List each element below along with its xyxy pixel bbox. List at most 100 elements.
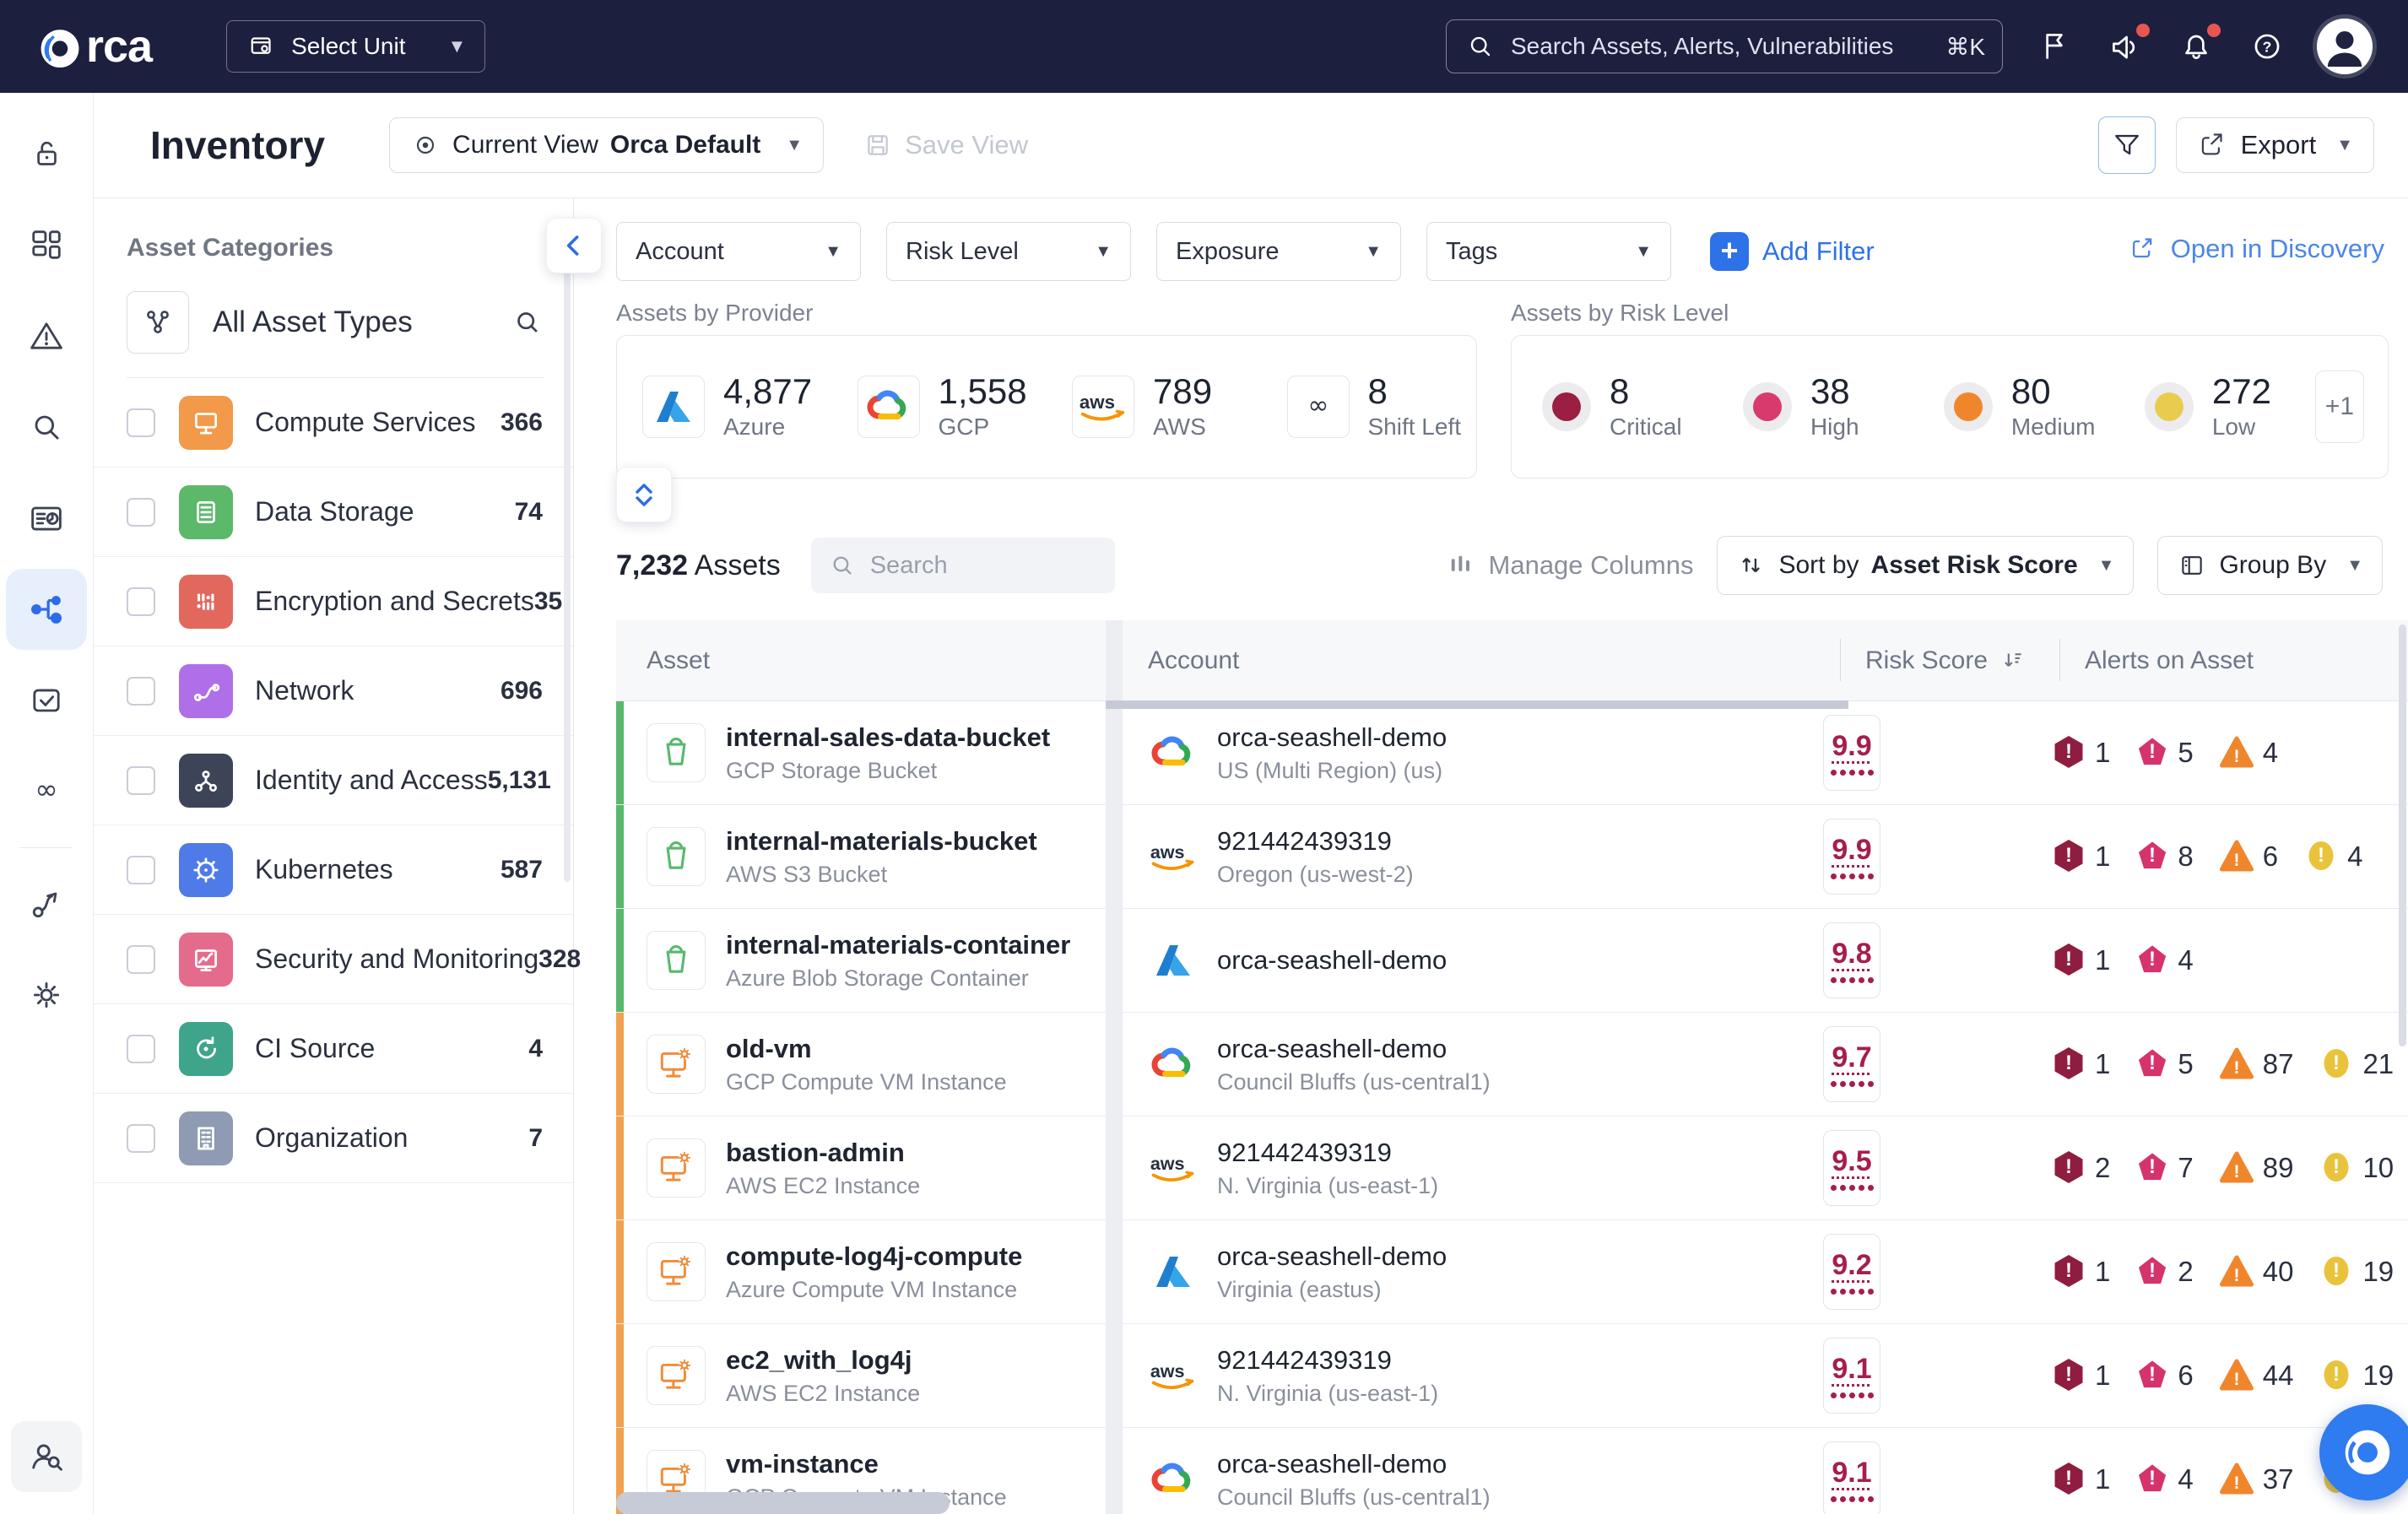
asset-name[interactable]: bastion-admin xyxy=(726,1138,920,1168)
alert-chip-critical[interactable]: ! 1 xyxy=(2051,1253,2110,1290)
table-row-details[interactable]: orca-seashell-demo Council Bluffs (us-cen… xyxy=(1123,1428,2408,1514)
account-name[interactable]: 921442439319 xyxy=(1217,1345,1438,1376)
account-name[interactable]: 921442439319 xyxy=(1217,1138,1438,1168)
risk-score-badge[interactable]: 9.5 xyxy=(1823,1130,1880,1206)
alert-chip-high[interactable]: ! 4 xyxy=(2135,942,2194,979)
table-search-input[interactable] xyxy=(868,550,1190,581)
alert-chip-high[interactable]: ! 4 xyxy=(2135,1461,2194,1498)
all-asset-types[interactable]: All Asset Types xyxy=(127,291,544,378)
filter-button[interactable] xyxy=(2097,116,2156,174)
account-name[interactable]: orca-seashell-demo xyxy=(1217,722,1447,753)
current-view-dropdown[interactable]: Current View Orca Default ▼ xyxy=(389,117,825,173)
alert-chip-high[interactable]: ! 6 xyxy=(2135,1357,2194,1394)
alert-chip-medium[interactable]: ! 44 xyxy=(2219,1357,2293,1394)
alert-chip-high[interactable]: ! 2 xyxy=(2135,1253,2194,1290)
table-row[interactable]: internal-materials-container Azure Blob S… xyxy=(616,909,1106,1013)
category-row[interactable]: Kubernetes 587 xyxy=(93,825,573,915)
account-name[interactable]: 921442439319 xyxy=(1217,826,1414,857)
account-name[interactable]: orca-seashell-demo xyxy=(1217,1241,1447,1272)
category-row[interactable]: Security and Monitoring 328 xyxy=(93,915,581,1004)
filter-dropdown-tags[interactable]: Tags ▼ xyxy=(1426,222,1671,281)
risk-score-badge[interactable]: 9.9 xyxy=(1823,819,1880,895)
alert-chip-critical[interactable]: ! 1 xyxy=(2051,942,2110,979)
asset-name[interactable]: internal-materials-container xyxy=(726,930,1070,960)
collapse-stats-button[interactable] xyxy=(616,467,672,522)
flag-icon[interactable] xyxy=(2035,27,2074,66)
risk-stat-critical[interactable]: 8 Critical xyxy=(1512,372,1713,441)
rail-item-search[interactable] xyxy=(6,387,87,468)
risk-score-badge[interactable]: 9.1 xyxy=(1823,1338,1880,1414)
table-row[interactable]: bastion-admin AWS EC2 Instance xyxy=(616,1117,1106,1220)
category-row[interactable]: Compute Services 366 xyxy=(93,378,573,468)
category-row[interactable]: Encryption and Secrets 35 xyxy=(93,557,573,646)
sort-by-button[interactable]: Sort by Asset Risk Score ▼ xyxy=(1717,536,2135,595)
alert-chip-low[interactable]: ! 10 xyxy=(2319,1149,2394,1187)
category-checkbox[interactable] xyxy=(127,765,155,795)
global-search[interactable]: ⌘K xyxy=(1446,19,2003,73)
save-view-button[interactable]: Save View xyxy=(863,130,1028,160)
rail-item-shiftleft[interactable]: ∞ xyxy=(6,751,87,832)
horizontal-scrollbar-top[interactable] xyxy=(1106,700,1848,709)
table-row-details[interactable]: orca-seashell-demo Council Bluffs (us-cen… xyxy=(1123,1013,2408,1117)
alert-chip-low[interactable]: ! 19 xyxy=(2319,1253,2394,1290)
alert-chip-medium[interactable]: ! 6 xyxy=(2219,838,2278,875)
risk-overflow-badge[interactable]: +1 xyxy=(2314,370,2364,443)
account-name[interactable]: orca-seashell-demo xyxy=(1217,1034,1491,1064)
table-search[interactable] xyxy=(810,538,1190,593)
account-name[interactable]: orca-seashell-demo xyxy=(1217,945,1447,976)
help-icon[interactable]: ? xyxy=(2248,27,2286,66)
category-row[interactable]: Data Storage 74 xyxy=(93,468,573,557)
table-row-details[interactable]: aws 921442439319 Oregon (us-west-2) 9.9! 1! 8… xyxy=(1123,805,2408,909)
orca-logo[interactable]: rca xyxy=(35,22,153,71)
risk-score-badge[interactable]: 9.7 xyxy=(1823,1026,1880,1102)
category-row[interactable]: CI Source 4 xyxy=(93,1004,573,1094)
column-header-account[interactable]: Account xyxy=(1148,646,1239,675)
alert-chip-medium[interactable]: ! 40 xyxy=(2219,1253,2293,1290)
provider-stat-azure[interactable]: 4,877 Azure xyxy=(617,372,832,441)
asset-name[interactable]: compute-log4j-compute xyxy=(726,1241,1022,1272)
category-checkbox[interactable] xyxy=(127,855,155,884)
table-row[interactable]: compute-log4j-compute Azure Compute VM In… xyxy=(616,1220,1106,1324)
search-icon[interactable] xyxy=(511,306,544,339)
category-checkbox[interactable] xyxy=(127,587,155,616)
alert-chip-critical[interactable]: ! 1 xyxy=(2051,1357,2110,1394)
category-checkbox[interactable] xyxy=(127,497,155,527)
collapse-sidebar-button[interactable] xyxy=(546,218,602,273)
asset-name[interactable]: internal-sales-data-bucket xyxy=(726,722,1050,753)
manage-columns-button[interactable]: Manage Columns xyxy=(1445,549,1693,581)
alert-chip-low[interactable]: ! 4 xyxy=(2303,838,2362,875)
alert-chip-low[interactable]: ! 19 xyxy=(2319,1357,2394,1394)
category-checkbox[interactable] xyxy=(127,408,155,437)
category-row[interactable]: Organization 7 xyxy=(93,1094,573,1183)
column-header-alerts[interactable]: Alerts on Asset xyxy=(2085,646,2254,675)
alert-chip-critical[interactable]: ! 2 xyxy=(2051,1149,2110,1187)
rail-item-settings[interactable] xyxy=(6,954,87,1035)
alert-chip-critical[interactable]: ! 1 xyxy=(2051,1046,2110,1083)
rail-item-reports[interactable] xyxy=(6,478,87,559)
category-row[interactable]: Network 696 xyxy=(93,646,573,736)
provider-stat-shiftleft[interactable]: ∞ 8 Shift Left xyxy=(1262,372,1477,441)
risk-stat-high[interactable]: 38 High xyxy=(1713,372,1913,441)
asset-name[interactable]: internal-materials-bucket xyxy=(726,826,1037,857)
orca-chat-button[interactable] xyxy=(2319,1404,2408,1500)
filter-dropdown-account[interactable]: Account ▼ xyxy=(616,222,861,281)
filter-dropdown-exposure[interactable]: Exposure ▼ xyxy=(1156,222,1401,281)
export-button[interactable]: Export ▼ xyxy=(2175,117,2374,173)
category-checkbox[interactable] xyxy=(127,676,155,706)
rail-item-alerts[interactable] xyxy=(6,295,87,376)
asset-name[interactable]: old-vm xyxy=(726,1034,1007,1064)
table-row[interactable]: internal-sales-data-bucket GCP Storage Bu… xyxy=(616,701,1106,805)
select-unit-dropdown[interactable]: Select Unit ▼ xyxy=(226,20,486,73)
alert-chip-high[interactable]: ! 5 xyxy=(2135,734,2194,771)
asset-name[interactable]: vm-instance xyxy=(726,1449,1007,1479)
risk-score-badge[interactable]: 9.8 xyxy=(1823,922,1880,998)
account-name[interactable]: orca-seashell-demo xyxy=(1217,1449,1491,1479)
filter-dropdown-risk-level[interactable]: Risk Level ▼ xyxy=(886,222,1131,281)
global-search-input[interactable] xyxy=(1509,32,1935,61)
risk-stat-low[interactable]: 272 Low xyxy=(2114,372,2315,441)
asset-name[interactable]: ec2_with_log4j xyxy=(726,1345,920,1376)
avatar[interactable] xyxy=(2317,19,2373,74)
rail-item-inventory[interactable] xyxy=(6,569,87,650)
category-checkbox[interactable] xyxy=(127,1034,155,1063)
alert-chip-medium[interactable]: ! 4 xyxy=(2219,734,2278,771)
